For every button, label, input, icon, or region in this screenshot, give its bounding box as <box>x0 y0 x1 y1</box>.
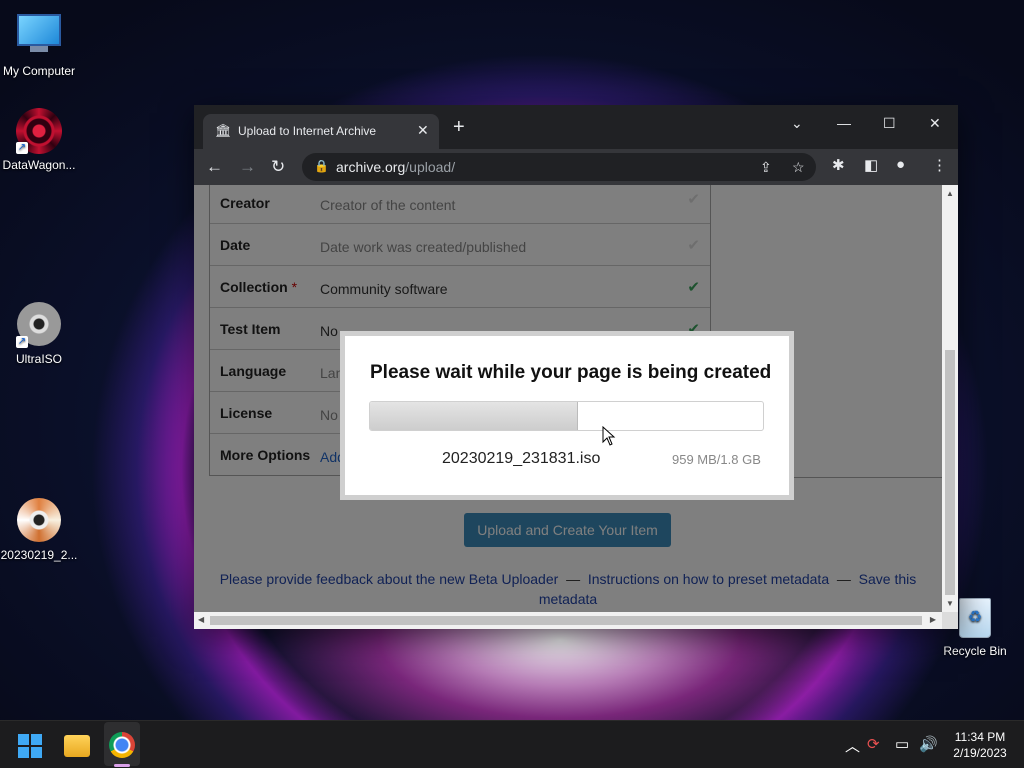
taskbar: ︿ ⟳ ▭ 🔊 11:34 PM 2/19/2023 <box>0 720 1024 768</box>
maximize-icon[interactable]: ☐ <box>883 115 896 132</box>
datawagon-star-icon: ↗ <box>16 108 62 154</box>
url-path: /upload/ <box>405 159 456 175</box>
scrollbar-corner <box>942 612 958 629</box>
desktop-icon-iso-file[interactable]: 20230219_2... <box>0 498 78 562</box>
url-text: archive.org/upload/ <box>336 159 455 175</box>
browser-window: 🏛 Upload to Internet Archive ✕ + ⌄ — ☐ ✕… <box>194 105 958 629</box>
new-tab-icon[interactable]: + <box>453 117 465 137</box>
tab-close-icon[interactable]: ✕ <box>417 122 429 139</box>
volume-icon[interactable]: 🔊 <box>919 735 938 753</box>
computer-icon <box>16 14 62 60</box>
clock-date: 2/19/2023 <box>953 746 1007 760</box>
vertical-scrollbar[interactable]: ▲ ▼ <box>942 185 958 612</box>
tab-search-chevron-icon[interactable]: ⌄ <box>791 115 803 132</box>
desktop-icon-ultraiso[interactable]: ↗ UltraISO <box>0 302 78 366</box>
dialog-heading: Please wait while your page is being cre… <box>370 362 772 383</box>
menu-kebab-icon[interactable]: ⋮ <box>932 156 947 174</box>
shortcut-arrow-icon: ↗ <box>16 142 28 154</box>
side-panel-icon[interactable]: ◧ <box>864 156 878 174</box>
scrollbar-thumb[interactable] <box>210 616 922 625</box>
mouse-pointer-icon <box>602 426 616 446</box>
recycle-bin-icon: ♻ <box>959 598 991 638</box>
reload-icon[interactable]: ↻ <box>271 157 285 177</box>
desktop-icon-label: DataWagon... <box>2 158 76 172</box>
sync-icon[interactable]: ⟳ <box>867 735 880 753</box>
browser-tab[interactable]: 🏛 Upload to Internet Archive ✕ <box>203 114 439 149</box>
extensions-puzzle-icon[interactable]: ✱ <box>832 156 845 174</box>
lock-icon: 🔒 <box>314 159 329 173</box>
profile-avatar-icon[interactable]: ● <box>896 156 905 173</box>
desktop-icon-label: Recycle Bin <box>943 644 1007 658</box>
disc-icon: ↗ <box>16 302 62 348</box>
clock-time: 11:34 PM <box>954 730 1006 744</box>
address-bar[interactable]: 🔒 archive.org/upload/ ⇪ ☆ <box>302 153 816 181</box>
scrollbar-thumb[interactable] <box>945 350 955 595</box>
desktop-icon-my-computer[interactable]: My Computer <box>0 10 78 78</box>
desktop-icon-datawagon[interactable]: ↗ DataWagon... <box>0 108 78 172</box>
upload-progress-bar <box>369 401 764 431</box>
progress-fill <box>370 402 579 430</box>
minimize-icon[interactable]: — <box>837 115 851 131</box>
running-indicator <box>114 764 130 767</box>
share-icon[interactable]: ⇪ <box>760 159 772 176</box>
disc-image-icon <box>16 498 62 544</box>
close-window-icon[interactable]: ✕ <box>929 115 941 132</box>
desktop-icon-label: My Computer <box>2 64 76 78</box>
horizontal-scrollbar[interactable]: ◀ ▶ <box>194 612 942 629</box>
windows-start-icon[interactable] <box>18 734 42 758</box>
progress-dialog: Please wait while your page is being cre… <box>340 331 794 500</box>
scroll-right-icon[interactable]: ▶ <box>930 615 936 624</box>
system-clock[interactable]: 11:34 PM 2/19/2023 <box>944 729 1016 761</box>
tray-overflow-chevron-icon[interactable]: ︿ <box>845 735 860 756</box>
file-name: 20230219_231831.iso <box>442 450 601 467</box>
desktop-icon-label: UltraISO <box>15 352 62 366</box>
network-icon[interactable]: ▭ <box>895 735 909 753</box>
chrome-icon[interactable] <box>109 732 135 758</box>
file-explorer-folder-icon[interactable] <box>64 735 90 757</box>
desktop-icon-label: 20230219_2... <box>0 548 78 562</box>
scroll-down-icon[interactable]: ▼ <box>946 599 954 608</box>
browser-toolbar: ← → ↻ 🔒 archive.org/upload/ ⇪ ☆ ✱ ◧ ● ⋮ <box>194 149 958 185</box>
scroll-up-icon[interactable]: ▲ <box>946 189 954 198</box>
scroll-left-icon[interactable]: ◀ <box>198 615 204 624</box>
page-viewport: Creator Creator of the content ✔ Date Da… <box>194 185 942 612</box>
forward-arrow-icon[interactable]: → <box>239 157 256 177</box>
back-arrow-icon[interactable]: ← <box>206 157 223 177</box>
file-size-progress: 959 MB/1.8 GB <box>672 452 761 467</box>
url-host: archive.org <box>336 159 406 175</box>
tab-title: Upload to Internet Archive <box>238 124 377 138</box>
bookmark-star-icon[interactable]: ☆ <box>792 159 805 176</box>
archive-favicon-icon: 🏛 <box>215 123 232 138</box>
shortcut-arrow-icon: ↗ <box>16 336 28 348</box>
tab-strip: 🏛 Upload to Internet Archive ✕ + ⌄ — ☐ ✕ <box>194 105 958 149</box>
